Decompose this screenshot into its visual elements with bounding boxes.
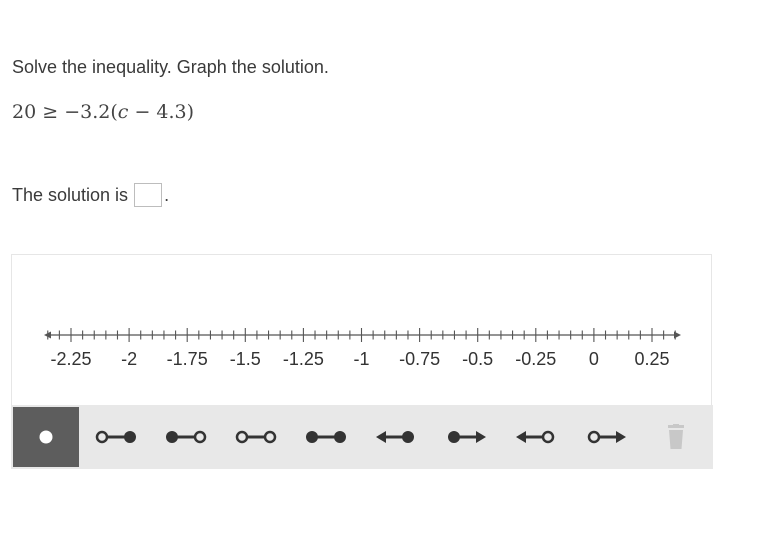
left-arrow-open-point-icon xyxy=(516,430,555,444)
tick-label: 0 xyxy=(589,349,599,369)
number-line-graph-panel[interactable]: -2.25 -2 -1.75 -1.5 -1.25 -1 -0.75 -0.5 -0.25 0 0.… xyxy=(11,254,712,405)
number-line[interactable]: -2.25 -2 -1.75 -1.5 -1.25 -1 -0.75 -0.5 -0.25 0 0.… xyxy=(12,255,713,406)
tick-label: -0.5 xyxy=(462,349,493,369)
inequality-lhs: 20 xyxy=(12,101,37,123)
tick-label: -2 xyxy=(121,349,137,369)
inequality-rhs-rest: − 4.3) xyxy=(128,101,195,123)
left-arrow-closed-point-icon xyxy=(376,431,414,443)
inequality-variable: c xyxy=(117,101,129,123)
left-ray-open-tool[interactable] xyxy=(501,405,571,469)
inequality-operator: ≥ xyxy=(42,101,59,123)
tick-label: -1.5 xyxy=(230,349,261,369)
tick-label: 0.25 xyxy=(634,349,669,369)
right-ray-closed-tool[interactable] xyxy=(431,405,501,469)
tick-label: -2.25 xyxy=(50,349,91,369)
inequality-rhs-coefficient: −3.2( xyxy=(64,101,118,123)
open-open-segment-icon xyxy=(235,430,277,444)
solution-line: The solution is . xyxy=(12,183,169,207)
solution-prefix: The solution is xyxy=(12,184,129,205)
open-point-right-arrow-icon xyxy=(587,430,626,444)
trash-icon xyxy=(668,424,684,449)
question-prompt: Solve the inequality. Graph the solution… xyxy=(12,57,329,77)
tick-label: -1 xyxy=(353,349,369,369)
delete-tool[interactable] xyxy=(641,405,711,469)
solution-answer-box[interactable] xyxy=(134,183,163,207)
inequality-expression: 20 ≥ −3.2(c − 4.3) xyxy=(12,101,194,123)
tick-label: -1.75 xyxy=(167,349,208,369)
open-segment-tool[interactable] xyxy=(221,405,291,469)
tick-label: -0.75 xyxy=(399,349,440,369)
closed-closed-segment-icon xyxy=(306,431,346,443)
open-closed-segment-tool[interactable] xyxy=(81,405,151,469)
closed-open-segment-icon xyxy=(166,430,207,444)
closed-open-segment-tool[interactable] xyxy=(151,405,221,469)
closed-point-right-arrow-icon xyxy=(448,431,486,443)
closed-point-icon xyxy=(39,430,53,444)
tick-label: -0.25 xyxy=(515,349,556,369)
solution-suffix: . xyxy=(164,184,170,205)
tick-label: -1.25 xyxy=(283,349,324,369)
left-ray-closed-tool[interactable] xyxy=(361,405,431,469)
closed-segment-tool[interactable] xyxy=(291,405,361,469)
point-tool[interactable] xyxy=(11,405,81,469)
open-closed-segment-icon xyxy=(95,430,136,444)
graph-toolbar xyxy=(11,405,713,469)
right-ray-open-tool[interactable] xyxy=(571,405,641,469)
